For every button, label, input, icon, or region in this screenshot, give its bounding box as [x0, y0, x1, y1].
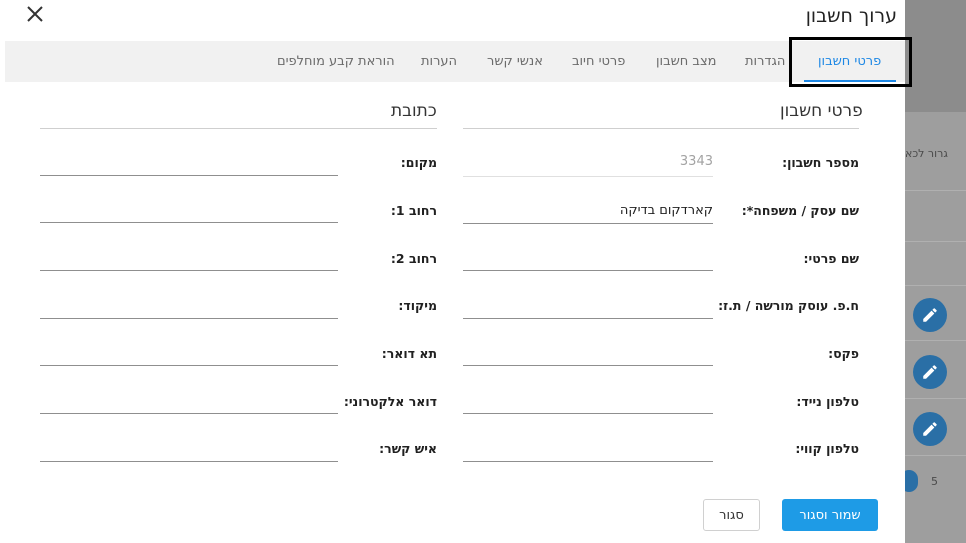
background-divider — [905, 455, 966, 456]
first-name-field[interactable] — [463, 270, 713, 271]
save-and-close-button[interactable]: שמור וסגור — [782, 499, 878, 531]
business-name-value[interactable]: קארדקום בדיקה — [620, 203, 713, 218]
background-divider — [905, 285, 966, 286]
pencil-icon — [923, 308, 937, 322]
contact-person-field[interactable] — [40, 461, 338, 462]
highlight-box — [789, 37, 912, 87]
pencil-icon — [923, 365, 937, 379]
mobile-phone-label: טלפון נייד: — [796, 394, 859, 409]
place-label: מקום: — [400, 155, 437, 170]
pencil-icon — [923, 422, 937, 436]
tab-standing-orders[interactable]: הוראת קבע מוחלפים — [277, 54, 395, 69]
close-button[interactable] — [24, 5, 44, 25]
landline-phone-field[interactable] — [463, 461, 713, 462]
street2-label: רחוב 2: — [390, 251, 437, 266]
close-icon — [27, 6, 43, 22]
first-name-label: שם פרטי: — [803, 251, 859, 266]
edit-account-dialog: ערוך חשבון פרטי חשבון הגדרות מצב חשבון פ… — [0, 0, 912, 543]
tab-billing-details[interactable]: פרטי חיוב — [572, 54, 625, 69]
dialog-title: ערוך חשבון — [805, 5, 897, 27]
tab-settings[interactable]: הגדרות — [745, 54, 785, 69]
email-field[interactable] — [40, 413, 338, 414]
tab-notes[interactable]: הערות — [421, 54, 457, 69]
section-divider — [40, 128, 437, 129]
fax-field[interactable] — [463, 365, 713, 366]
account-number-value: 3343 — [679, 154, 713, 169]
background-divider — [905, 190, 966, 191]
landline-phone-label: טלפון קווי: — [795, 441, 859, 456]
mobile-phone-field[interactable] — [463, 413, 713, 414]
street2-field[interactable] — [40, 270, 338, 271]
section-divider — [463, 128, 859, 129]
address-section-title: כתובת — [391, 101, 437, 121]
business-name-field[interactable] — [463, 223, 713, 224]
tab-contacts[interactable]: אנשי קשר — [487, 54, 543, 69]
account-number-field — [463, 176, 713, 177]
tab-account-status[interactable]: מצב חשבון — [656, 54, 717, 69]
account-number-label: מספר חשבון: — [782, 155, 859, 170]
company-id-field[interactable] — [463, 318, 713, 319]
fax-label: פקס: — [828, 346, 859, 361]
business-name-label: שם עסק / משפחה*: — [741, 203, 859, 218]
pagination-count: 5 — [931, 475, 938, 488]
po-box-label: תא דואר: — [381, 346, 437, 361]
contact-person-label: איש קשר: — [379, 441, 437, 456]
edit-row-button[interactable] — [913, 355, 947, 389]
email-label: דואר אלקטרוני: — [343, 394, 437, 409]
close-dialog-button[interactable]: סגור — [703, 499, 760, 531]
zip-field[interactable] — [40, 318, 338, 319]
street1-field[interactable] — [40, 222, 338, 223]
background-divider — [905, 398, 966, 399]
street1-label: רחוב 1: — [390, 203, 437, 218]
po-box-field[interactable] — [40, 365, 338, 366]
place-field[interactable] — [40, 175, 338, 176]
zip-label: מיקוד: — [398, 298, 437, 313]
edit-row-button[interactable] — [913, 298, 947, 332]
edit-row-button[interactable] — [913, 412, 947, 446]
background-divider — [905, 241, 966, 242]
account-section-title: פרטי חשבון — [780, 101, 863, 121]
background-divider — [905, 340, 966, 341]
company-id-label: ח.פ. עוסק מורשה / ת.ז: — [718, 298, 859, 313]
background-row-text: גרור לכא — [905, 147, 948, 160]
